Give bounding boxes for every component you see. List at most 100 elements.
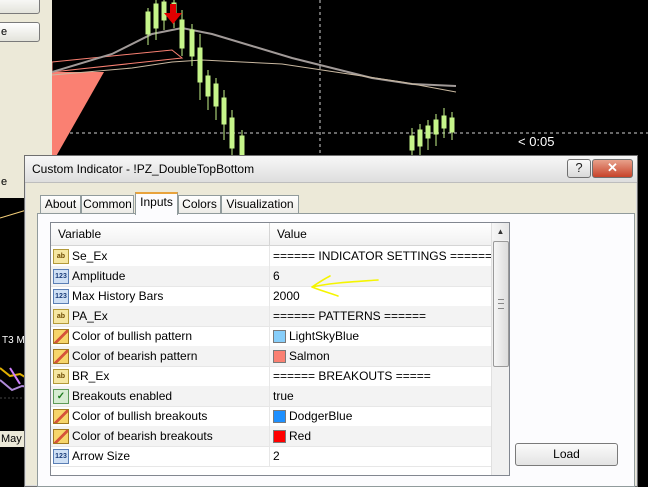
variable-cell: Color of bullish breakouts [51,406,270,426]
countdown-label: < 0:05 [518,134,555,149]
color-swatch [273,350,286,363]
column-header-value[interactable]: Value [270,223,491,245]
help-button[interactable]: ? [567,159,591,178]
value-cell[interactable]: true [270,386,491,406]
value-text: LightSkyBlue [289,329,360,343]
value-cell[interactable]: ====== INDICATOR SETTINGS ====== [270,246,492,266]
variable-cell: ab PA_Ex [51,306,270,326]
variable-cell: 123 Arrow Size [51,446,270,466]
value-cell[interactable]: DodgerBlue [270,406,491,426]
table-row[interactable]: 123 Max History Bars 2000 [51,286,491,307]
variable-cell: ab Se_Ex [51,246,270,266]
variable-name: Color of bullish breakouts [72,409,208,423]
grip-icon [498,299,504,309]
variable-name: Color of bearish breakouts [72,429,213,443]
ab-string-icon: ab [53,249,69,264]
value-cell[interactable]: 2 [270,446,491,466]
variable-cell: ab BR_Ex [51,366,270,386]
table-row[interactable]: ab Se_Ex ====== INDICATOR SETTINGS ====== [51,246,492,267]
table-row[interactable]: ab PA_Ex ====== PATTERNS ====== [51,306,491,327]
variable-name: Se_Ex [72,249,108,263]
value-text: true [273,389,294,403]
panel-button[interactable]: e [0,22,40,42]
variable-cell: 123 Max History Bars [51,286,270,306]
value-cell[interactable]: ====== PATTERNS ====== [270,306,491,326]
value-text: Red [289,429,312,443]
load-button[interactable]: Load [515,443,618,466]
tab-about[interactable]: About [40,195,81,213]
variable-cell: Color of bullish pattern [51,326,270,346]
candles [145,0,455,160]
table-row[interactable]: Color of bearish pattern Salmon [51,346,491,367]
value-text: Salmon [289,349,330,363]
pattern-outline [52,49,184,73]
variable-name: Max History Bars [72,289,164,303]
panel-tab-label[interactable]: e [0,176,23,190]
chart-canvas [52,0,648,160]
value-text: ====== PATTERNS ====== [273,309,426,323]
variable-cell: Color of bearish pattern [51,346,270,366]
variable-cell: ✓ Breakouts enabled [51,386,270,406]
variable-name: BR_Ex [72,369,110,383]
table-row[interactable]: Color of bullish breakouts DodgerBlue [51,406,491,427]
color-swatch [273,330,286,343]
variable-name: Amplitude [72,269,126,283]
tab-colors[interactable]: Colors [178,195,221,213]
table-row[interactable]: 123 Arrow Size 2 [51,446,491,467]
value-text: 6 [273,269,280,283]
value-cell[interactable]: 2000 [270,286,491,306]
variable-name: Color of bullish pattern [72,329,193,343]
value-cell[interactable]: Salmon [270,346,491,366]
color-swatch [273,410,286,423]
color-icon [53,329,69,344]
number-icon: 123 [53,289,69,304]
value-text: ====== INDICATOR SETTINGS ====== [273,249,492,263]
close-button[interactable]: ✕ [592,159,633,178]
dialog-title: Custom Indicator - !PZ_DoubleTopBottom [32,162,255,176]
grid-scrollbar[interactable]: ▲ [491,223,509,475]
price-chart[interactable]: < 0:05 [52,0,648,160]
bool-icon: ✓ [53,389,69,404]
scroll-thumb[interactable] [493,241,509,367]
dialog-titlebar[interactable]: Custom Indicator - !PZ_DoubleTopBottom ?… [25,156,637,183]
sell-arrow-icon [164,4,182,24]
variable-name: Color of bearish pattern [72,349,198,363]
value-text: 2 [273,449,280,463]
table-row[interactable]: Color of bearish breakouts Red [51,426,491,447]
variable-name: Arrow Size [72,449,131,463]
tab-common[interactable]: Common [81,195,134,213]
value-text: 2000 [273,289,300,303]
color-icon [53,429,69,444]
value-text: DodgerBlue [289,409,353,423]
ab-string-icon: ab [53,309,69,324]
scroll-up-icon[interactable]: ▲ [492,223,509,240]
variable-cell: 123 Amplitude [51,266,270,286]
tab-visualization[interactable]: Visualization [221,195,299,213]
table-row[interactable]: 123 Amplitude 6 [51,266,491,287]
color-swatch [273,430,286,443]
table-row[interactable]: ✓ Breakouts enabled true [51,386,491,407]
inputs-grid: Variable Value ab Se_Ex ====== INDICATOR S… [50,222,510,476]
moving-average-slow [52,26,457,87]
value-cell[interactable]: Red [270,426,491,446]
table-row[interactable]: Color of bullish pattern LightSkyBlue [51,326,491,347]
table-row[interactable]: ab BR_Ex ====== BREAKOUTS ===== [51,366,491,387]
grid-header: Variable Value [51,223,491,246]
value-cell[interactable]: LightSkyBlue [270,326,491,346]
variable-cell: Color of bearish breakouts [51,426,270,446]
value-cell[interactable]: ====== BREAKOUTS ===== [270,366,491,386]
tab-inputs[interactable]: Inputs [135,192,178,215]
indicator-label: T3 M [2,335,25,346]
moving-average-fast [52,59,457,93]
custom-indicator-dialog: Custom Indicator - !PZ_DoubleTopBottom ?… [24,155,638,487]
bearish-pattern-triangle [52,72,104,160]
column-header-variable[interactable]: Variable [51,223,270,245]
value-cell[interactable]: 6 [270,266,491,286]
panel-button-top[interactable] [0,0,40,14]
ab-string-icon: ab [53,369,69,384]
color-icon [53,349,69,364]
value-text: ====== BREAKOUTS ===== [273,369,431,383]
variable-name: PA_Ex [72,309,108,323]
number-icon: 123 [53,269,69,284]
color-icon [53,409,69,424]
